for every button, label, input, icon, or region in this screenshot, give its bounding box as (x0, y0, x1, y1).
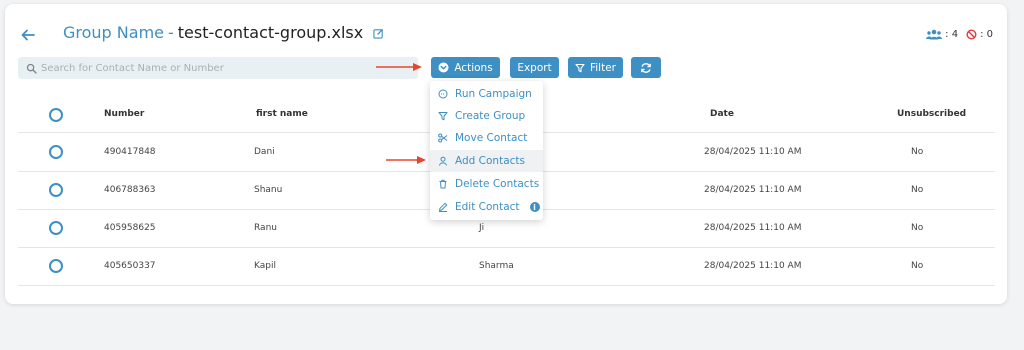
contacts-count: : 4 (926, 29, 958, 40)
edit-title-icon[interactable] (373, 28, 384, 39)
user-icon (439, 156, 447, 166)
group-file-name: test-contact-group.xlsx (177, 23, 364, 42)
annotation-arrow-actions (376, 63, 422, 71)
menu-item-delete-contacts[interactable]: Delete Contacts (430, 173, 543, 195)
column-header-number: Number (104, 109, 145, 119)
info-icon[interactable]: i (529, 202, 540, 212)
cell-number: 490417848 (104, 147, 156, 157)
search-icon (26, 63, 37, 74)
cell-number: 406788363 (104, 185, 156, 195)
cell-first-name: Ranu (254, 223, 277, 233)
cell-unsubscribed: No (911, 261, 924, 271)
cell-number: 405650337 (104, 261, 156, 271)
menu-item-label: Run Campaign (455, 88, 532, 100)
cell-first-name: Shanu (254, 185, 283, 195)
cell-last-name: Sharma (479, 261, 514, 271)
select-all-radio[interactable] (49, 108, 63, 122)
filter-icon (575, 63, 585, 72)
cell-last-name: Ji (479, 223, 485, 233)
menu-item-add-contacts[interactable]: Add Contacts (430, 150, 543, 172)
blocked-count: : 0 (966, 29, 993, 40)
cell-number: 405958625 (104, 223, 156, 233)
cell-unsubscribed: No (911, 147, 924, 157)
export-button-label: Export (517, 61, 552, 74)
back-arrow-icon[interactable] (19, 26, 37, 44)
group-name-label: Group Name (63, 23, 164, 42)
actions-button[interactable]: Actions (431, 57, 500, 78)
page-title: Group Name - test-contact-group.xlsx (63, 23, 384, 42)
refresh-button[interactable] (631, 57, 661, 78)
blocked-count-value: : 0 (980, 29, 993, 40)
actions-button-label: Actions (454, 61, 493, 74)
chevron-down-circle-icon (438, 62, 449, 73)
menu-item-label: Move Contact (455, 132, 528, 144)
menu-item-label: Delete Contacts (455, 178, 540, 190)
cell-unsubscribed: No (911, 185, 924, 195)
cell-first-name: Kapil (254, 261, 276, 271)
row-select-radio[interactable] (49, 183, 63, 197)
cell-date: 28/04/2025 11:10 AM (704, 261, 802, 271)
users-icon (926, 29, 943, 40)
menu-item-label: Edit Contact (455, 201, 520, 213)
row-select-radio[interactable] (49, 259, 63, 273)
filter-button-label: Filter (589, 61, 616, 74)
filter-button[interactable]: Filter (568, 57, 623, 78)
column-header-unsubscribed: Unsubscribed (897, 109, 967, 119)
menu-item-label: Create Group (455, 110, 526, 122)
title-separator: - (168, 23, 174, 42)
row-select-radio[interactable] (49, 145, 63, 159)
cell-date: 28/04/2025 11:10 AM (704, 223, 802, 233)
menu-item-run-campaign[interactable]: Run Campaign (430, 83, 543, 105)
contacts-count-value: : 4 (945, 29, 959, 40)
table-row: 405650337 Kapil Sharma 28/04/2025 11:10 … (18, 247, 995, 286)
campaign-icon (438, 89, 448, 99)
column-header-date: Date (710, 109, 734, 119)
cell-first-name: Dani (254, 147, 275, 157)
refresh-icon (641, 62, 651, 73)
group-stats: : 4 : 0 (926, 29, 993, 40)
menu-item-edit-contact[interactable]: Edit Contact i (430, 196, 543, 218)
menu-item-create-group[interactable]: Create Group (430, 105, 543, 127)
row-select-radio[interactable] (49, 221, 63, 235)
pencil-icon (439, 202, 448, 212)
menu-item-move-contact[interactable]: Move Contact (430, 127, 543, 149)
scissors-icon (438, 133, 448, 143)
trash-icon (439, 179, 447, 189)
funnel-icon (438, 112, 448, 121)
cell-unsubscribed: No (911, 223, 924, 233)
search-bar (18, 57, 418, 79)
column-header-first-name: first name (256, 109, 308, 119)
actions-dropdown-menu: Run Campaign Create Group Move Contact A… (430, 81, 543, 220)
blocked-icon (966, 29, 977, 40)
cell-date: 28/04/2025 11:10 AM (704, 185, 802, 195)
menu-item-label: Add Contacts (455, 155, 525, 167)
cell-date: 28/04/2025 11:10 AM (704, 147, 802, 157)
export-button[interactable]: Export (510, 57, 559, 78)
search-input[interactable] (37, 57, 413, 79)
